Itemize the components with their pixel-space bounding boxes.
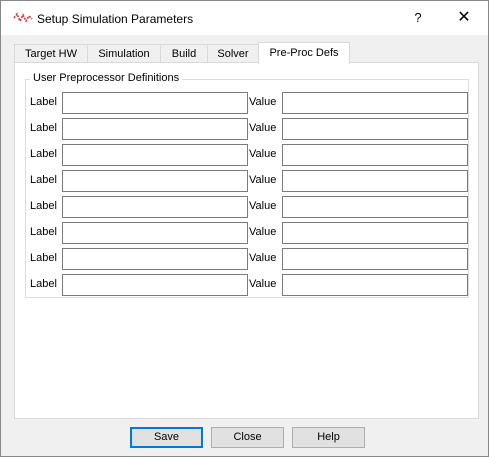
value-caption: Value xyxy=(249,278,277,290)
label-input[interactable] xyxy=(62,170,248,192)
label-input[interactable] xyxy=(62,144,248,166)
value-input[interactable] xyxy=(282,196,468,218)
tab-panel: User Preprocessor Definitions Label Valu… xyxy=(14,62,479,419)
value-input[interactable] xyxy=(282,118,468,140)
tab-target-hw[interactable]: Target HW xyxy=(14,44,88,63)
value-caption: Value xyxy=(249,148,277,160)
close-button[interactable]: Close xyxy=(211,427,284,448)
title-bar: Setup Simulation Parameters ? ✕ xyxy=(1,1,488,35)
label-caption: Label xyxy=(30,148,57,160)
value-input[interactable] xyxy=(282,170,468,192)
definition-row: Label Value xyxy=(26,144,468,166)
save-button[interactable]: Save xyxy=(130,427,203,448)
value-input[interactable] xyxy=(282,274,468,296)
label-caption: Label xyxy=(30,174,57,186)
label-input[interactable] xyxy=(62,196,248,218)
dialog-window: Setup Simulation Parameters ? ✕ Target H… xyxy=(0,0,489,457)
label-caption: Label xyxy=(30,200,57,212)
definition-row: Label Value xyxy=(26,196,468,218)
label-input[interactable] xyxy=(62,118,248,140)
label-caption: Label xyxy=(30,226,57,238)
label-input[interactable] xyxy=(62,274,248,296)
tab-solver[interactable]: Solver xyxy=(207,44,259,63)
definition-row: Label Value xyxy=(26,248,468,270)
label-input[interactable] xyxy=(62,222,248,244)
tab-strip: Target HW Simulation Build Solver Pre-Pr… xyxy=(14,42,474,64)
group-title: User Preprocessor Definitions xyxy=(30,72,183,84)
help-icon[interactable]: ? xyxy=(403,4,433,32)
value-input[interactable] xyxy=(282,92,468,114)
value-input[interactable] xyxy=(282,222,468,244)
value-caption: Value xyxy=(249,252,277,264)
close-icon[interactable]: ✕ xyxy=(445,4,483,32)
value-input[interactable] xyxy=(282,144,468,166)
definition-row: Label Value xyxy=(26,274,468,296)
definition-row: Label Value xyxy=(26,170,468,192)
value-caption: Value xyxy=(249,200,277,212)
value-caption: Value xyxy=(249,122,277,134)
label-input[interactable] xyxy=(62,248,248,270)
definition-row: Label Value xyxy=(26,92,468,114)
value-caption: Value xyxy=(249,96,277,108)
value-caption: Value xyxy=(249,174,277,186)
definition-row: Label Value xyxy=(26,118,468,140)
preprocessor-definitions-group: User Preprocessor Definitions Label Valu… xyxy=(25,72,469,298)
app-logo-icon xyxy=(13,12,33,24)
value-input[interactable] xyxy=(282,248,468,270)
help-button[interactable]: Help xyxy=(292,427,365,448)
label-caption: Label xyxy=(30,122,57,134)
label-input[interactable] xyxy=(62,92,248,114)
label-caption: Label xyxy=(30,278,57,290)
label-caption: Label xyxy=(30,96,57,108)
tab-build[interactable]: Build xyxy=(160,44,208,63)
definition-row: Label Value xyxy=(26,222,468,244)
label-caption: Label xyxy=(30,252,57,264)
value-caption: Value xyxy=(249,226,277,238)
tab-simulation[interactable]: Simulation xyxy=(87,44,161,63)
window-title: Setup Simulation Parameters xyxy=(37,12,194,26)
tab-pre-proc-defs[interactable]: Pre-Proc Defs xyxy=(258,42,350,64)
